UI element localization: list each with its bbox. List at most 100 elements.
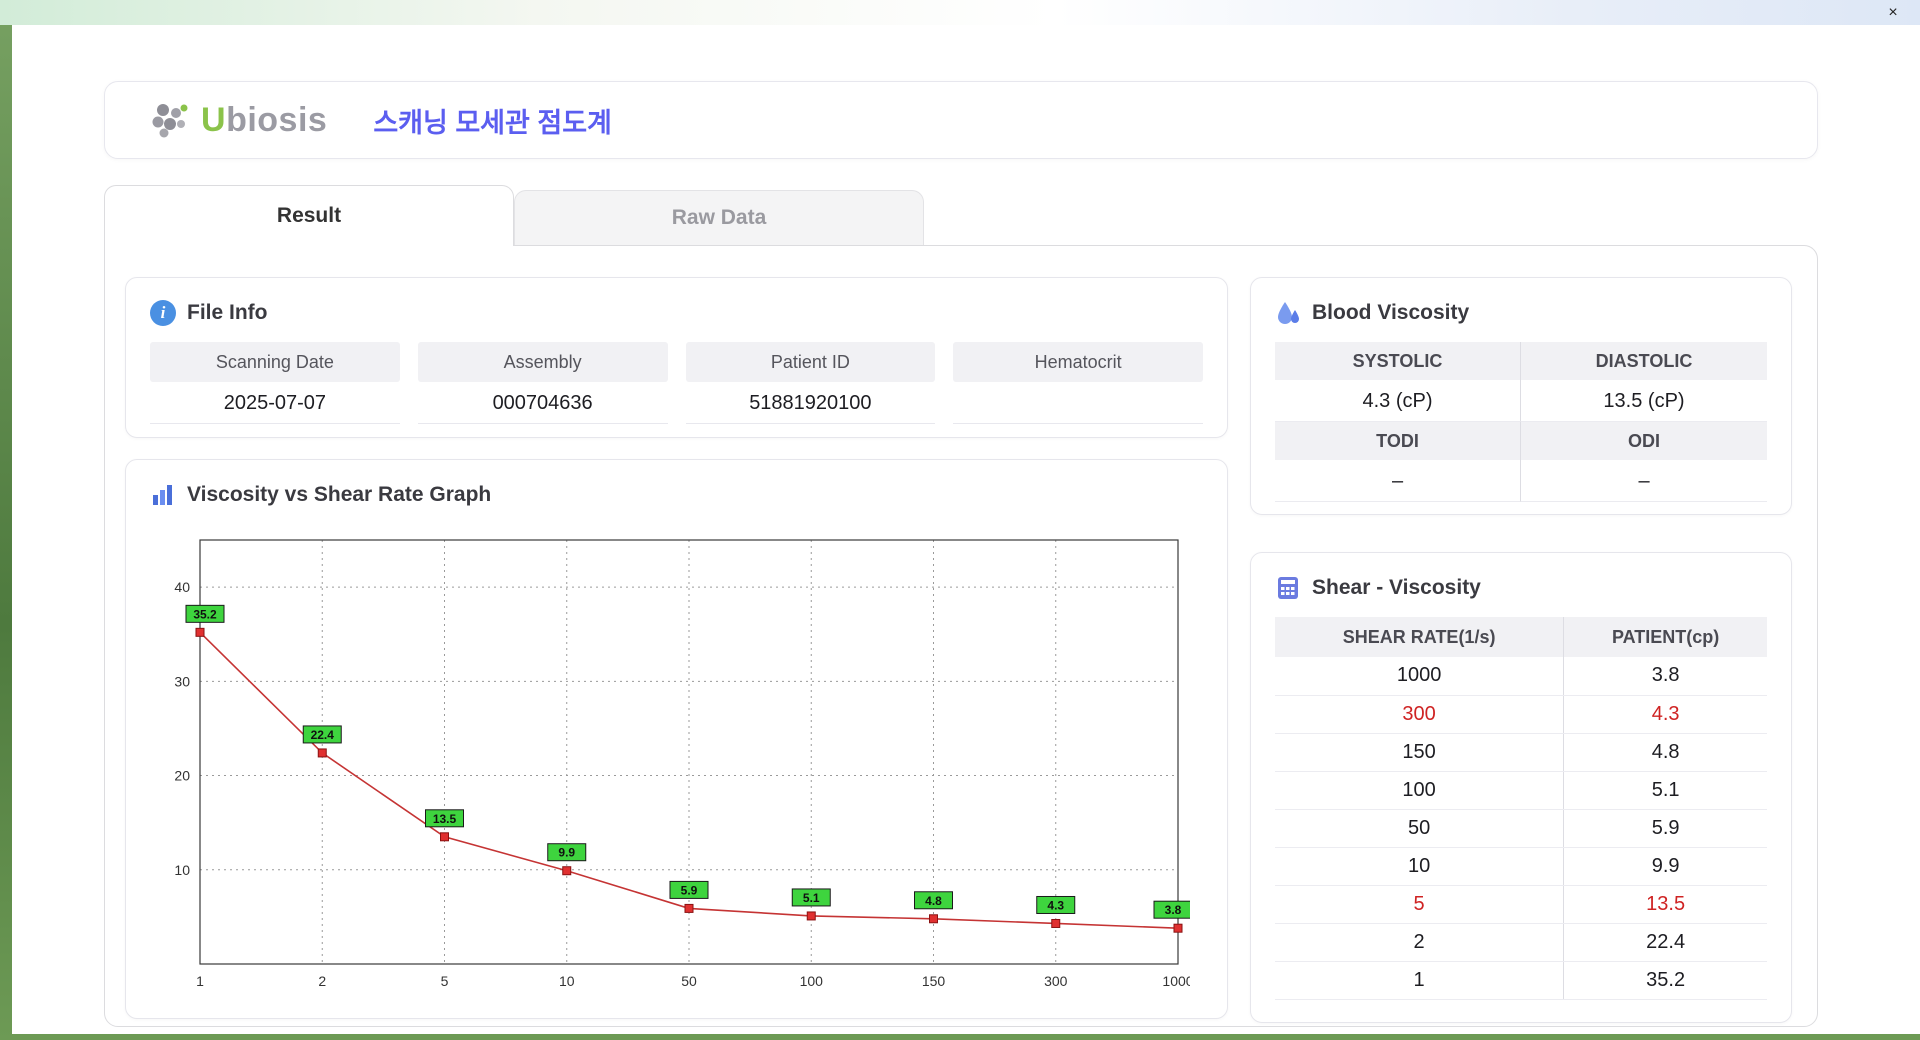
shear-table-row: 3004.3 xyxy=(1275,695,1767,733)
main-window: Ubiosis 스캐닝 모세관 점도계 Result Raw Data i Fi… xyxy=(12,25,1920,1034)
shear-viscosity-title: Shear - Viscosity xyxy=(1312,576,1481,600)
shear-rate-column-header: SHEAR RATE(1/s) xyxy=(1275,617,1564,657)
shear-table-body: 10003.83004.31504.81005.1505.9109.9513.5… xyxy=(1275,657,1767,999)
result-panel: i File Info Scanning Date 2025-07-07 Ass… xyxy=(104,245,1818,1027)
shear-table-row: 109.9 xyxy=(1275,847,1767,885)
svg-text:300: 300 xyxy=(1044,973,1068,989)
droplet-icon xyxy=(1275,300,1301,326)
svg-text:1000: 1000 xyxy=(1162,973,1190,989)
field-value: 51881920100 xyxy=(686,382,936,424)
shear-table-row: 1005.1 xyxy=(1275,771,1767,809)
file-info-title: File Info xyxy=(187,301,268,325)
svg-text:5.1: 5.1 xyxy=(803,891,820,905)
shear-viscosity-table: SHEAR RATE(1/s) PATIENT(cp) 10003.83004.… xyxy=(1275,617,1767,1000)
odi-label: ODI xyxy=(1521,422,1767,460)
viscosity-chart-svg: 10 20 30 40 1 2 5 10 50 100 150 300 1000 35.2 22.4 13.5… xyxy=(150,524,1190,994)
tab-raw-data[interactable]: Raw Data xyxy=(514,190,924,245)
svg-text:4.3: 4.3 xyxy=(1047,898,1064,912)
svg-text:4.8: 4.8 xyxy=(925,894,942,908)
calculator-icon xyxy=(1275,575,1301,601)
graph-card: Viscosity vs Shear Rate Graph 10 20 30 40 1 2… xyxy=(125,459,1228,1019)
svg-text:5.9: 5.9 xyxy=(681,883,698,897)
brand-name: Ubiosis xyxy=(201,101,327,140)
shear-table-row: 222.4 xyxy=(1275,923,1767,961)
svg-text:22.4: 22.4 xyxy=(311,728,335,742)
patient-column-header: PATIENT(cp) xyxy=(1564,617,1767,657)
bar-chart-icon xyxy=(150,482,176,508)
svg-text:20: 20 xyxy=(174,768,190,784)
shear-rate-cell: 1000 xyxy=(1275,657,1564,695)
patient-cell: 35.2 xyxy=(1564,961,1767,999)
todi-value: – xyxy=(1275,460,1521,502)
shear-rate-cell: 300 xyxy=(1275,695,1564,733)
patient-cell: 22.4 xyxy=(1564,923,1767,961)
field-label: Assembly xyxy=(418,342,668,382)
field-scanning-date: Scanning Date 2025-07-07 xyxy=(150,342,400,424)
table-header-row: SHEAR RATE(1/s) PATIENT(cp) xyxy=(1275,617,1767,657)
svg-text:9.9: 9.9 xyxy=(558,846,575,860)
shear-table-row: 135.2 xyxy=(1275,961,1767,999)
patient-cell: 3.8 xyxy=(1564,657,1767,695)
systolic-value: 4.3 (cP) xyxy=(1275,380,1521,422)
tab-result[interactable]: Result xyxy=(104,185,514,246)
svg-text:100: 100 xyxy=(800,973,824,989)
patient-cell: 4.3 xyxy=(1564,695,1767,733)
todi-label: TODI xyxy=(1275,422,1521,460)
field-assembly: Assembly 000704636 xyxy=(418,342,668,424)
odi-value: – xyxy=(1521,460,1767,502)
patient-cell: 5.1 xyxy=(1564,771,1767,809)
svg-text:10: 10 xyxy=(174,862,190,878)
file-info-card: i File Info Scanning Date 2025-07-07 Ass… xyxy=(125,277,1228,438)
close-button[interactable]: × xyxy=(1882,2,1904,24)
svg-text:1: 1 xyxy=(196,973,204,989)
svg-text:5: 5 xyxy=(441,973,449,989)
diastolic-value: 13.5 (cP) xyxy=(1521,380,1767,422)
svg-text:40: 40 xyxy=(174,579,190,595)
field-patient-id: Patient ID 51881920100 xyxy=(686,342,936,424)
field-hematocrit: Hematocrit xyxy=(953,342,1203,424)
patient-cell: 5.9 xyxy=(1564,809,1767,847)
patient-cell: 13.5 xyxy=(1564,885,1767,923)
shear-table-row: 513.5 xyxy=(1275,885,1767,923)
app-header: Ubiosis 스캐닝 모세관 점도계 xyxy=(104,81,1818,159)
patient-cell: 9.9 xyxy=(1564,847,1767,885)
shear-table-row: 1504.8 xyxy=(1275,733,1767,771)
svg-text:50: 50 xyxy=(681,973,697,989)
svg-text:150: 150 xyxy=(922,973,946,989)
field-value: 000704636 xyxy=(418,382,668,424)
diastolic-label: DIASTOLIC xyxy=(1521,342,1767,380)
shear-rate-cell: 50 xyxy=(1275,809,1564,847)
field-label: Scanning Date xyxy=(150,342,400,382)
window-title-bar: × xyxy=(0,0,1920,25)
viscosity-chart: 10 20 30 40 1 2 5 10 50 100 150 300 1000 35.2 22.4 13.5… xyxy=(150,524,1203,999)
svg-text:2: 2 xyxy=(318,973,326,989)
graph-title: Viscosity vs Shear Rate Graph xyxy=(187,483,491,507)
shear-table-row: 10003.8 xyxy=(1275,657,1767,695)
shear-rate-cell: 10 xyxy=(1275,847,1564,885)
ubiosis-logo-icon xyxy=(149,100,191,140)
page-title: 스캐닝 모세관 점도계 xyxy=(373,101,612,140)
tab-bar: Result Raw Data xyxy=(104,185,924,245)
svg-text:3.8: 3.8 xyxy=(1165,903,1182,917)
blood-viscosity-title: Blood Viscosity xyxy=(1312,301,1469,325)
shear-rate-cell: 100 xyxy=(1275,771,1564,809)
shear-rate-cell: 2 xyxy=(1275,923,1564,961)
svg-text:13.5: 13.5 xyxy=(433,812,457,826)
field-value: 2025-07-07 xyxy=(150,382,400,424)
field-label: Hematocrit xyxy=(953,342,1203,382)
patient-cell: 4.8 xyxy=(1564,733,1767,771)
systolic-label: SYSTOLIC xyxy=(1275,342,1521,380)
svg-text:10: 10 xyxy=(559,973,575,989)
field-value xyxy=(953,382,1203,424)
brand-logo: Ubiosis xyxy=(149,100,327,140)
shear-table-row: 505.9 xyxy=(1275,809,1767,847)
info-icon: i xyxy=(150,300,176,326)
field-label: Patient ID xyxy=(686,342,936,382)
shear-viscosity-card: Shear - Viscosity SHEAR RATE(1/s) PATIEN… xyxy=(1250,552,1792,1023)
shear-rate-cell: 150 xyxy=(1275,733,1564,771)
shear-rate-cell: 5 xyxy=(1275,885,1564,923)
blood-viscosity-card: Blood Viscosity SYSTOLIC DIASTOLIC 4.3 (… xyxy=(1250,277,1792,515)
shear-rate-cell: 1 xyxy=(1275,961,1564,999)
svg-text:30: 30 xyxy=(174,673,190,689)
svg-text:35.2: 35.2 xyxy=(193,607,217,621)
